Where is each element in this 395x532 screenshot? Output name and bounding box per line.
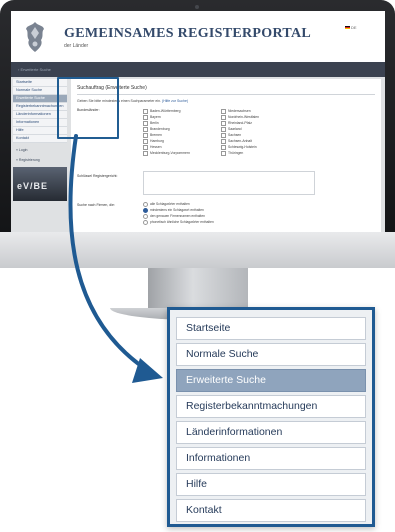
menu-item-normale-suche[interactable]: Normale Suche xyxy=(176,343,366,366)
menu-item-informationen[interactable]: Informationen xyxy=(176,447,366,470)
menu-item-erweiterte-suche[interactable]: Erweiterte Suche xyxy=(176,369,366,392)
menu-item-kontakt[interactable]: Kontakt xyxy=(176,499,366,522)
menu-item-hilfe[interactable]: Hilfe xyxy=(176,473,366,496)
menu-item-laenderinformationen[interactable]: Länderinformationen xyxy=(176,421,366,444)
menu-item-startseite[interactable]: Startseite xyxy=(176,317,366,340)
zoomed-navigation-menu: Startseite Normale Suche Erweiterte Such… xyxy=(167,307,375,527)
menu-item-registerbekanntmachungen[interactable]: Registerbekanntmachungen xyxy=(176,395,366,418)
